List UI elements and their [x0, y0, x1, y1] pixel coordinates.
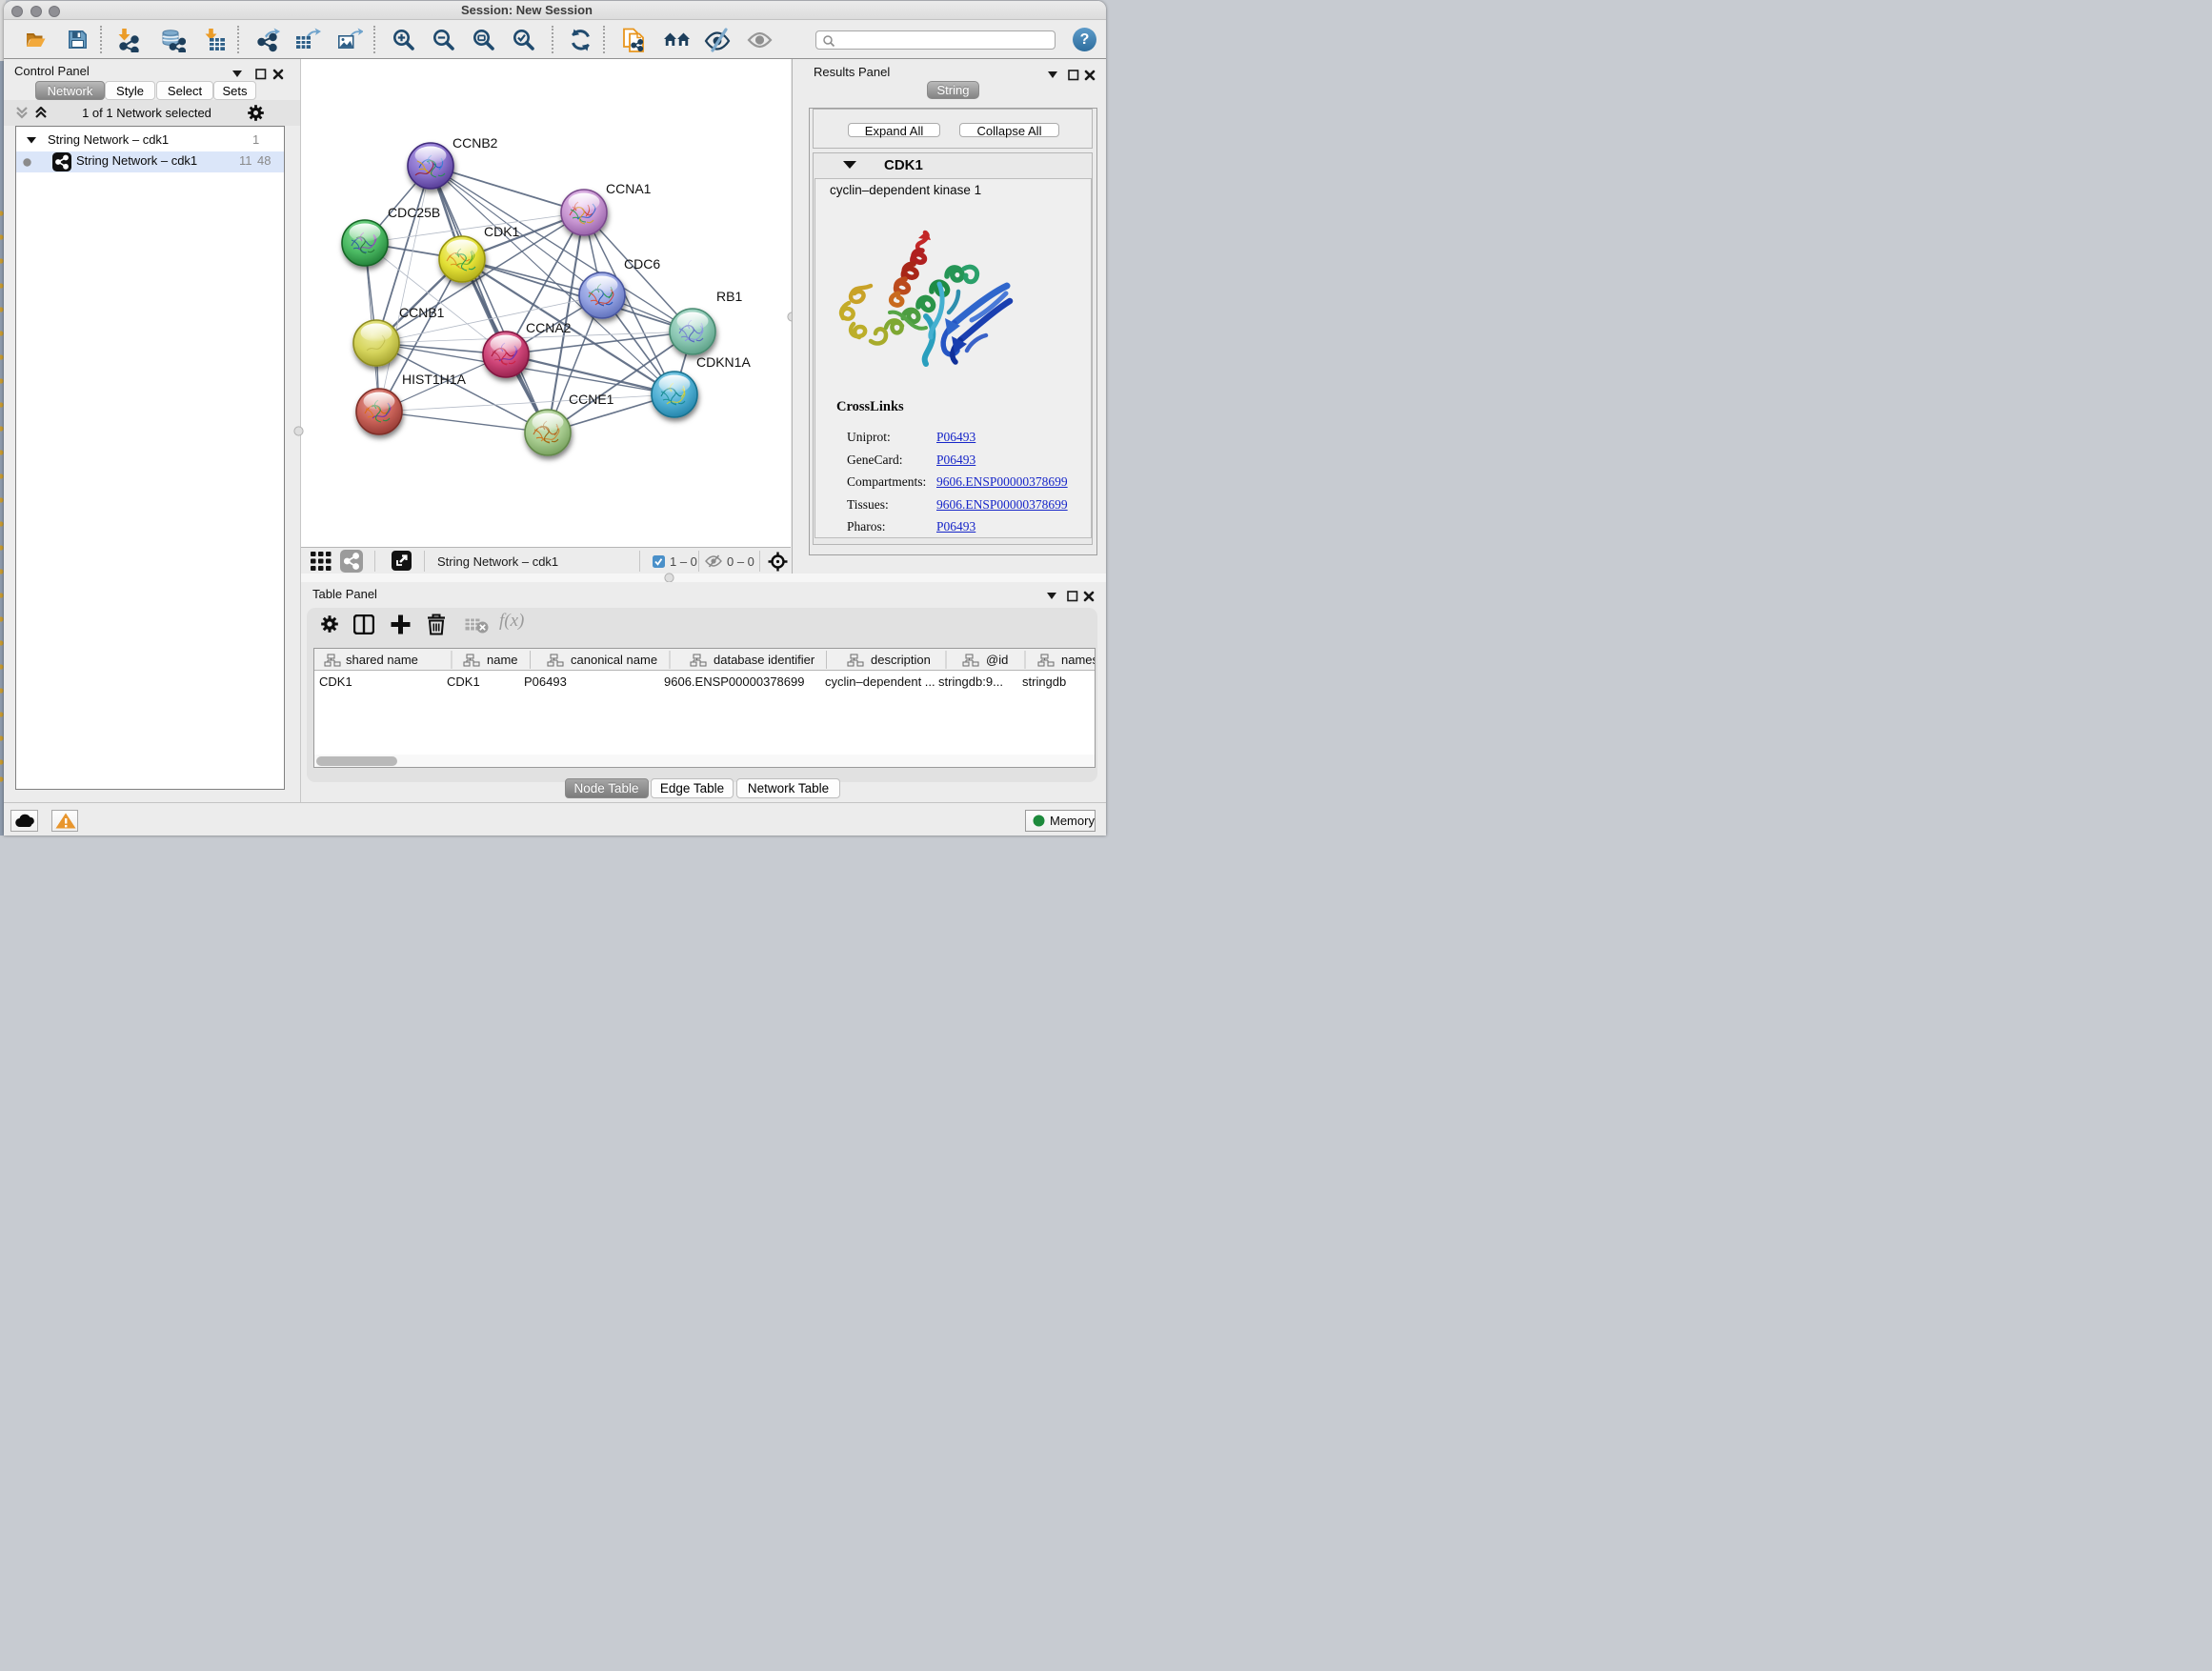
- svg-text:CDC6: CDC6: [624, 256, 660, 272]
- svg-text:CCNA2: CCNA2: [526, 320, 572, 335]
- svg-text:RB1: RB1: [716, 289, 742, 304]
- svg-text:CCNB2: CCNB2: [452, 135, 498, 151]
- svg-text:@id: @id: [986, 653, 1008, 667]
- svg-text:CDC25B: CDC25B: [388, 205, 440, 220]
- svg-text:canonical name: canonical name: [571, 653, 657, 667]
- svg-text:namespac: namespac: [1061, 653, 1095, 667]
- svg-text:description: description: [871, 653, 931, 667]
- svg-text:CDKN1A: CDKN1A: [696, 354, 751, 370]
- svg-text:CDK1: CDK1: [484, 224, 520, 239]
- svg-text:CCNE1: CCNE1: [569, 392, 614, 407]
- svg-text:shared name: shared name: [346, 653, 418, 667]
- svg-text:name: name: [487, 653, 518, 667]
- svg-text:CCNA1: CCNA1: [606, 181, 652, 196]
- svg-text:HIST1H1A: HIST1H1A: [402, 372, 467, 387]
- svg-text:database identifier: database identifier: [714, 653, 815, 667]
- svg-text:CCNB1: CCNB1: [399, 305, 445, 320]
